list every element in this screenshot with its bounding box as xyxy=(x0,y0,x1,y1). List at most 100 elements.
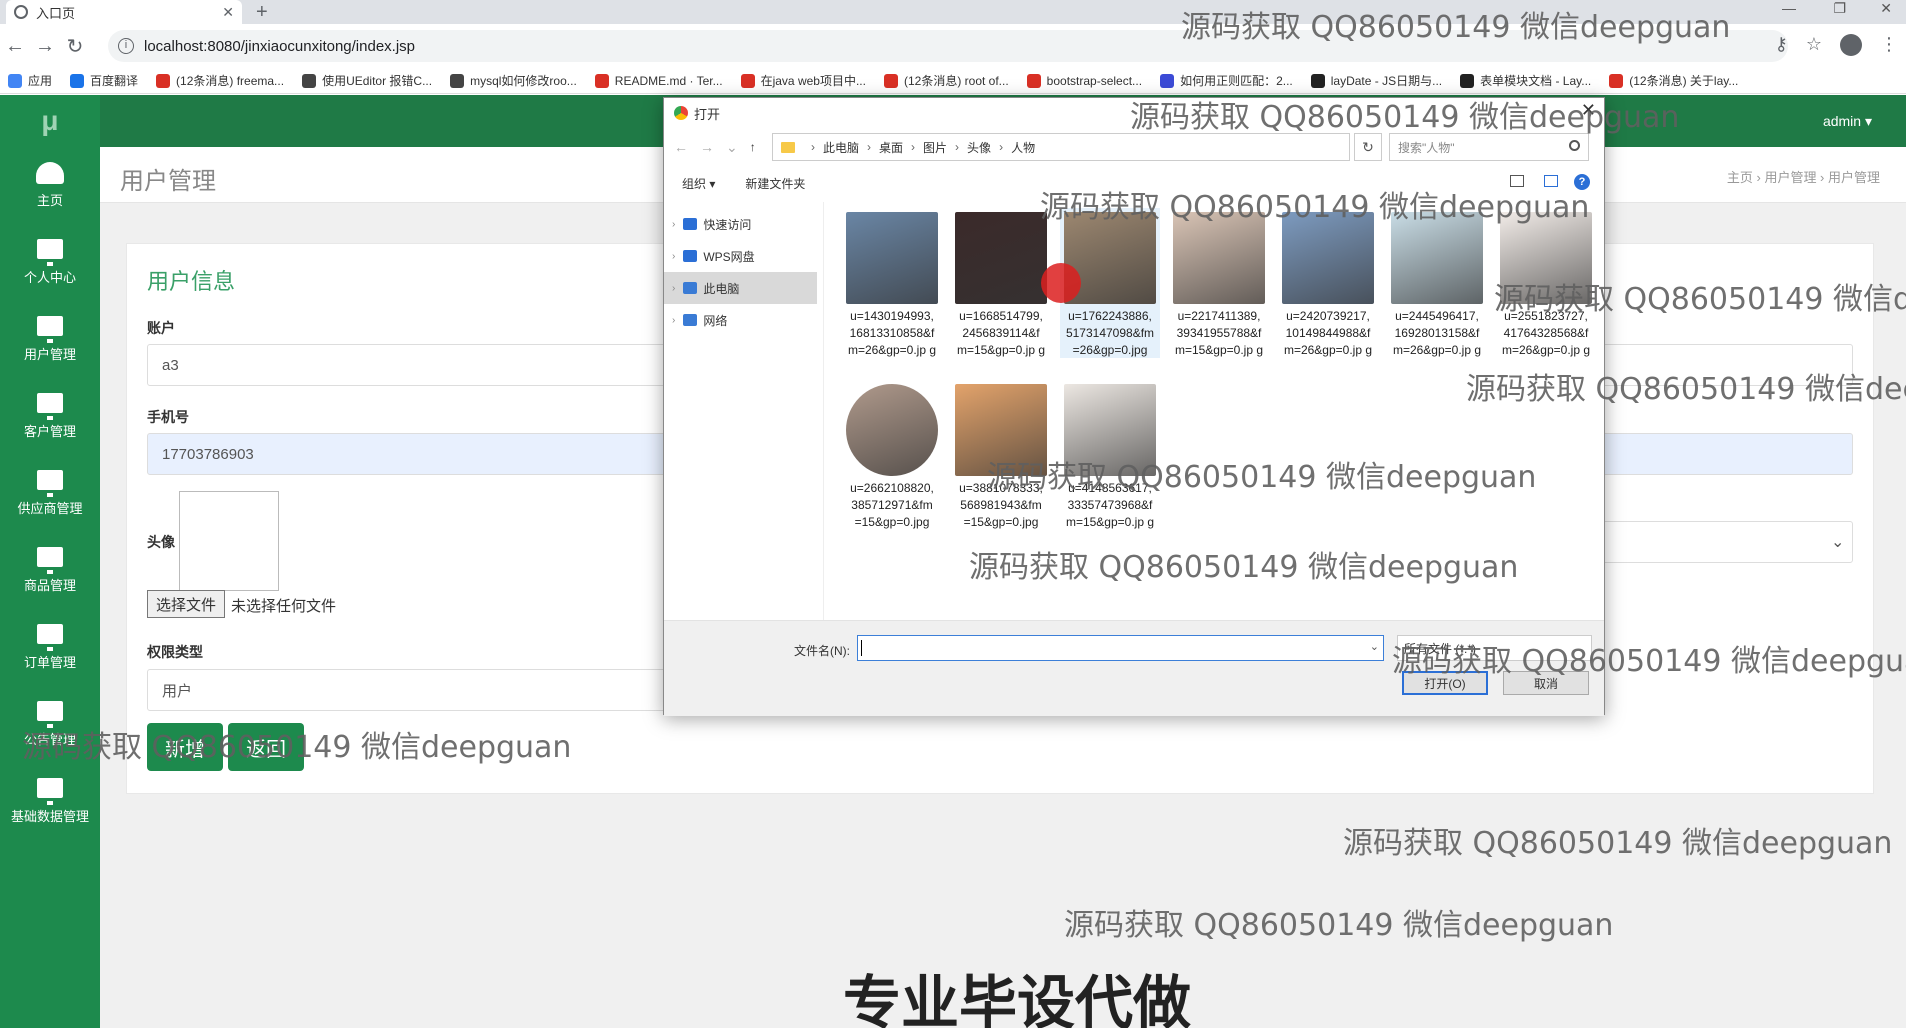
chevron-right-icon[interactable]: › xyxy=(672,219,675,230)
up-icon[interactable]: ↑ xyxy=(750,140,756,154)
path-segment[interactable]: 桌面 xyxy=(879,139,903,156)
back-icon[interactable]: ← xyxy=(0,35,30,58)
file-item[interactable]: u=2445496417, 16928013158&f m=26&gp=0.jp… xyxy=(1387,208,1487,358)
path-segment[interactable]: 人物 xyxy=(1011,139,1035,156)
forward-icon[interactable]: → xyxy=(30,35,60,58)
chevron-right-icon[interactable]: › xyxy=(672,251,675,262)
bookmark-label: 使用UEditor 报错C... xyxy=(322,74,433,88)
text-caret xyxy=(861,640,862,656)
close-icon[interactable]: ✕ xyxy=(1581,100,1596,121)
submit-button[interactable]: 新增 xyxy=(147,723,223,771)
bookmark-item[interactable]: 应用 xyxy=(8,72,52,89)
nav-item[interactable]: › 网络 xyxy=(664,304,823,336)
chevron-down-icon[interactable]: ⌄ xyxy=(1370,640,1379,653)
sidebar-item[interactable]: 公告管理 xyxy=(0,686,100,763)
choose-file-button[interactable]: 选择文件 xyxy=(147,590,226,618)
close-icon[interactable]: ✕ xyxy=(222,4,234,21)
sidebar-item[interactable]: 订单管理 xyxy=(0,609,100,686)
view-icon[interactable] xyxy=(1510,175,1524,187)
refresh-icon[interactable]: ↻ xyxy=(1354,133,1382,161)
star-icon[interactable]: ☆ xyxy=(1806,34,1822,56)
close-window-icon[interactable]: ✕ xyxy=(1880,0,1892,17)
sidebar-item[interactable]: 供应商管理 xyxy=(0,455,100,532)
search-icon xyxy=(1569,140,1580,151)
profile-avatar-icon[interactable] xyxy=(1840,34,1862,56)
file-item[interactable]: u=1668514799, 2456839114&f m=15&gp=0.jp … xyxy=(951,208,1051,358)
browser-tab[interactable]: 入口页 ✕ xyxy=(6,0,242,24)
bookmark-item[interactable]: 表单模块文档 - Lay... xyxy=(1460,72,1591,89)
path-segment[interactable]: 头像 xyxy=(967,139,991,156)
nav-item[interactable]: › 此电脑 xyxy=(664,272,817,304)
cancel-button[interactable]: 取消 xyxy=(1503,671,1589,695)
key-icon[interactable]: ⚷ xyxy=(1775,34,1788,56)
role-select-right[interactable] xyxy=(1602,521,1853,563)
bookmark-item[interactable]: layDate - JS日期与... xyxy=(1310,72,1442,89)
app-logo: μ xyxy=(41,105,59,136)
page-title: 用户管理 xyxy=(120,168,216,195)
sidebar-item[interactable]: 基础数据管理 xyxy=(0,763,100,840)
file-item[interactable]: u=2551823727, 41764328568&f m=26&gp=0.jp… xyxy=(1496,208,1596,358)
filetype-select[interactable]: 所有文件 (*.*) xyxy=(1397,635,1592,661)
organize-menu[interactable]: 组织 ▾ xyxy=(682,175,715,192)
chevron-right-icon[interactable]: › xyxy=(672,283,675,294)
forward-icon[interactable]: → xyxy=(700,139,714,155)
bookmark-item[interactable]: mysql如何修改roo... xyxy=(450,72,577,89)
file-item[interactable]: u=1430194993, 16813310858&f m=26&gp=0.jp… xyxy=(842,208,942,358)
file-item[interactable]: u=3881078333, 568981943&fm =15&gp=0.jpg xyxy=(951,380,1051,530)
sidebar-item[interactable]: 主页 xyxy=(0,147,100,224)
file-name: u=2662108820, 385712971&fm =15&gp=0.jpg xyxy=(850,481,934,529)
info-icon[interactable]: i xyxy=(118,38,134,54)
sidebar-item-label: 基础数据管理 xyxy=(10,809,89,824)
nav-item[interactable]: › 快速访问 xyxy=(664,208,823,240)
back-icon[interactable]: ← xyxy=(674,139,688,155)
bookmark-item[interactable]: 百度翻译 xyxy=(70,72,138,89)
path-segment[interactable]: 图片 xyxy=(923,139,947,156)
menu-dots-icon[interactable]: ⋮ xyxy=(1880,34,1898,56)
dialog-footer: 文件名(N): ⌄ 所有文件 (*.*) 打开(O) 取消 xyxy=(664,620,1604,716)
bookmark-item[interactable]: 如何用正则匹配：2... xyxy=(1160,72,1293,89)
filename-label: 文件名(N): xyxy=(794,644,850,658)
path-separator: › xyxy=(867,140,872,154)
path-bar[interactable]: › 此电脑 › 桌面 › 图片 › 头像 › 人物 xyxy=(772,133,1350,161)
reload-icon[interactable]: ↻ xyxy=(60,34,90,59)
new-tab-button[interactable]: + xyxy=(256,1,268,24)
restore-icon[interactable]: ❐ xyxy=(1833,0,1846,17)
bookmark-item[interactable]: bootstrap-select... xyxy=(1026,73,1142,88)
filename-input[interactable]: ⌄ xyxy=(857,635,1384,661)
open-button[interactable]: 打开(O) xyxy=(1402,671,1488,695)
chevron-right-icon[interactable]: › xyxy=(672,315,675,326)
sidebar-item[interactable]: 商品管理 xyxy=(0,532,100,609)
bookmark-icon xyxy=(1160,73,1175,88)
bookmark-item[interactable]: 在java web项目中... xyxy=(740,72,866,89)
file-item[interactable]: u=2420739217, 10149844988&f m=26&gp=0.jp… xyxy=(1278,208,1378,358)
admin-menu[interactable]: admin ▾ xyxy=(1823,113,1872,130)
file-item[interactable]: u=2217411389, 39341955788&f m=15&gp=0.jp… xyxy=(1169,208,1269,358)
image-thumbnail xyxy=(846,384,938,476)
nav-item-label: WPS网盘 xyxy=(703,249,755,264)
bookmark-item[interactable]: (12条消息) root of... xyxy=(883,72,1009,89)
bookmark-item[interactable]: README.md · Ter... xyxy=(594,73,723,88)
bookmark-item[interactable]: (12条消息) 关于lay... xyxy=(1609,72,1738,89)
file-item[interactable]: u=4148563617, 33357473968&f m=15&gp=0.jp… xyxy=(1060,380,1160,530)
role-select[interactable]: 用户 xyxy=(147,669,687,711)
chevron-down-icon[interactable]: ⌄ xyxy=(726,139,738,156)
nav-item[interactable]: › WPS网盘 xyxy=(664,240,823,272)
sidebar-item[interactable]: 个人中心 xyxy=(0,224,100,301)
path-segment[interactable]: 此电脑 xyxy=(823,139,859,156)
navigation-pane: › 快速访问 › WPS网盘 › 此电脑 › 网络 xyxy=(664,202,824,620)
url-input[interactable]: i localhost:8080/jinxiaocunxitong/index.… xyxy=(108,30,1788,62)
dialog-navbar: ← → ⌄ ↑ › 此电脑 › 桌面 › 图片 › 头像 › 人物 ↻ 搜索"人物" xyxy=(664,130,1604,164)
file-item[interactable]: u=2662108820, 385712971&fm =15&gp=0.jpg xyxy=(842,380,942,530)
preview-pane-icon[interactable] xyxy=(1544,175,1558,187)
bookmark-item[interactable]: 使用UEditor 报错C... xyxy=(302,72,432,89)
sidebar-item[interactable]: 客户管理 xyxy=(0,378,100,455)
sidebar-item[interactable]: 用户管理 xyxy=(0,301,100,378)
help-icon[interactable]: ? xyxy=(1574,174,1590,190)
bookmark-icon xyxy=(740,73,755,88)
back-button[interactable]: 返回 xyxy=(228,723,304,771)
search-input[interactable]: 搜索"人物" xyxy=(1389,133,1589,161)
bookmark-item[interactable]: (12条消息) freema... xyxy=(156,72,284,89)
minimize-icon[interactable]: — xyxy=(1782,0,1796,16)
image-thumbnail xyxy=(1064,384,1156,476)
new-folder-button[interactable]: 新建文件夹 xyxy=(745,175,805,192)
